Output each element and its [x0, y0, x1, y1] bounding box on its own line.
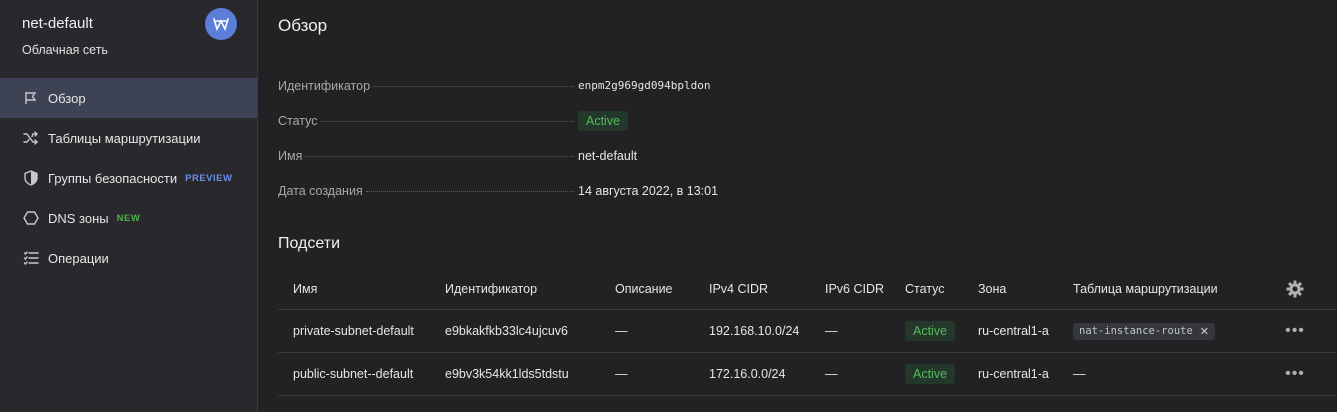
list-icon	[22, 249, 40, 267]
route-table-name[interactable]: nat-instance-route	[1079, 325, 1193, 337]
sidebar-item-label: Таблицы маршрутизации	[48, 130, 201, 146]
table-row[interactable]: public-subnet--default e9bv3k54kk1lds5td…	[278, 353, 1337, 396]
shuffle-icon	[22, 129, 40, 147]
gear-icon[interactable]	[1283, 268, 1307, 309]
sidebar-nav: Обзор Таблицы маршрутизации Группы безоп…	[0, 78, 257, 278]
column-header-zone[interactable]: Зона	[978, 268, 1006, 309]
column-header-route-table[interactable]: Таблица маршрутизации	[1073, 268, 1218, 309]
sidebar-item-label: Обзор	[48, 90, 86, 106]
network-subtitle: Облачная сеть	[22, 43, 108, 57]
route-table-empty: —	[1073, 367, 1086, 381]
sidebar-item-dns-zones[interactable]: DNS зоны NEW	[0, 198, 257, 238]
more-actions-button[interactable]: •••	[1283, 353, 1307, 395]
property-label: Дата создания	[278, 183, 363, 198]
subnet-zone: ru-central1-a	[978, 367, 1049, 381]
column-header-name[interactable]: Имя	[293, 268, 317, 309]
hexagon-icon	[22, 209, 40, 227]
leader-dots	[373, 85, 574, 87]
subnet-id: e9bv3k54kk1lds5tdstu	[445, 367, 569, 381]
sidebar-item-label: DNS зоны	[48, 210, 109, 226]
network-name-value: net-default	[578, 148, 638, 163]
subnet-description: —	[615, 324, 628, 338]
subnet-id: e9bkakfkb33lc4ujcuv6	[445, 324, 568, 338]
property-created: Дата создания 14 августа 2022, в 13:01	[278, 173, 978, 208]
page-title: Обзор	[278, 16, 328, 35]
sidebar-item-security-groups[interactable]: Группы безопасности PREVIEW	[0, 158, 257, 198]
subnet-ipv4: 172.16.0.0/24	[709, 367, 786, 381]
preview-badge: PREVIEW	[185, 172, 233, 184]
column-header-status[interactable]: Статус	[905, 268, 945, 309]
table-row[interactable]: private-subnet-default e9bkakfkb33lc4ujc…	[278, 310, 1337, 353]
property-label: Статус	[278, 113, 318, 128]
sidebar-item-operations[interactable]: Операции	[0, 238, 257, 278]
sidebar-item-route-tables[interactable]: Таблицы маршрутизации	[0, 118, 257, 158]
subnet-name[interactable]: public-subnet--default	[293, 353, 413, 395]
flag-icon	[22, 89, 40, 107]
subnet-ipv6: —	[825, 324, 838, 338]
leader-dots	[305, 155, 574, 157]
property-label: Имя	[278, 148, 303, 163]
leader-dots	[320, 120, 574, 122]
leader-dots	[365, 190, 574, 192]
new-badge: NEW	[116, 212, 141, 224]
sidebar-item-overview[interactable]: Обзор	[0, 78, 257, 118]
sidebar-item-label: Группы безопасности	[48, 170, 178, 186]
close-icon[interactable]: ✕	[1200, 325, 1209, 338]
column-header-ipv4[interactable]: IPv4 CIDR	[709, 268, 768, 309]
property-label: Идентификатор	[278, 78, 371, 93]
more-actions-button[interactable]: •••	[1283, 310, 1307, 352]
sidebar-item-label: Операции	[48, 250, 109, 266]
subnet-description: —	[615, 367, 628, 381]
subnet-name[interactable]: private-subnet-default	[293, 310, 414, 352]
subnet-ipv6: —	[825, 367, 838, 381]
table-header-row: Имя Идентификатор Описание IPv4 CIDR IPv…	[278, 268, 1337, 310]
subnet-ipv4: 192.168.10.0/24	[709, 324, 800, 338]
main-content: Обзор Идентификатор enpm2g969gd094bpldon…	[258, 0, 1337, 412]
subnet-zone: ru-central1-a	[978, 324, 1049, 338]
created-date-value: 14 августа 2022, в 13:01	[578, 183, 719, 198]
column-header-description[interactable]: Описание	[615, 268, 673, 309]
network-id-value[interactable]: enpm2g969gd094bpldon	[578, 79, 710, 92]
properties-list: Идентификатор enpm2g969gd094bpldon Стату…	[278, 68, 978, 208]
property-id: Идентификатор enpm2g969gd094bpldon	[278, 68, 978, 103]
route-table-chip[interactable]: nat-instance-route ✕	[1073, 322, 1216, 340]
column-header-id[interactable]: Идентификатор	[445, 268, 537, 309]
shield-icon	[22, 169, 40, 187]
property-name: Имя net-default	[278, 138, 978, 173]
subnets-table: Имя Идентификатор Описание IPv4 CIDR IPv…	[278, 268, 1337, 396]
status-badge: Active	[905, 321, 956, 341]
status-badge: Active	[905, 364, 956, 384]
status-badge: Active	[578, 110, 629, 131]
network-icon[interactable]	[205, 8, 237, 40]
subnets-title: Подсети	[278, 235, 341, 252]
sidebar: net-default Облачная сеть Обзор Таблицы …	[0, 0, 258, 412]
property-status: Статус Active	[278, 103, 978, 138]
column-header-ipv6[interactable]: IPv6 CIDR	[825, 268, 884, 309]
